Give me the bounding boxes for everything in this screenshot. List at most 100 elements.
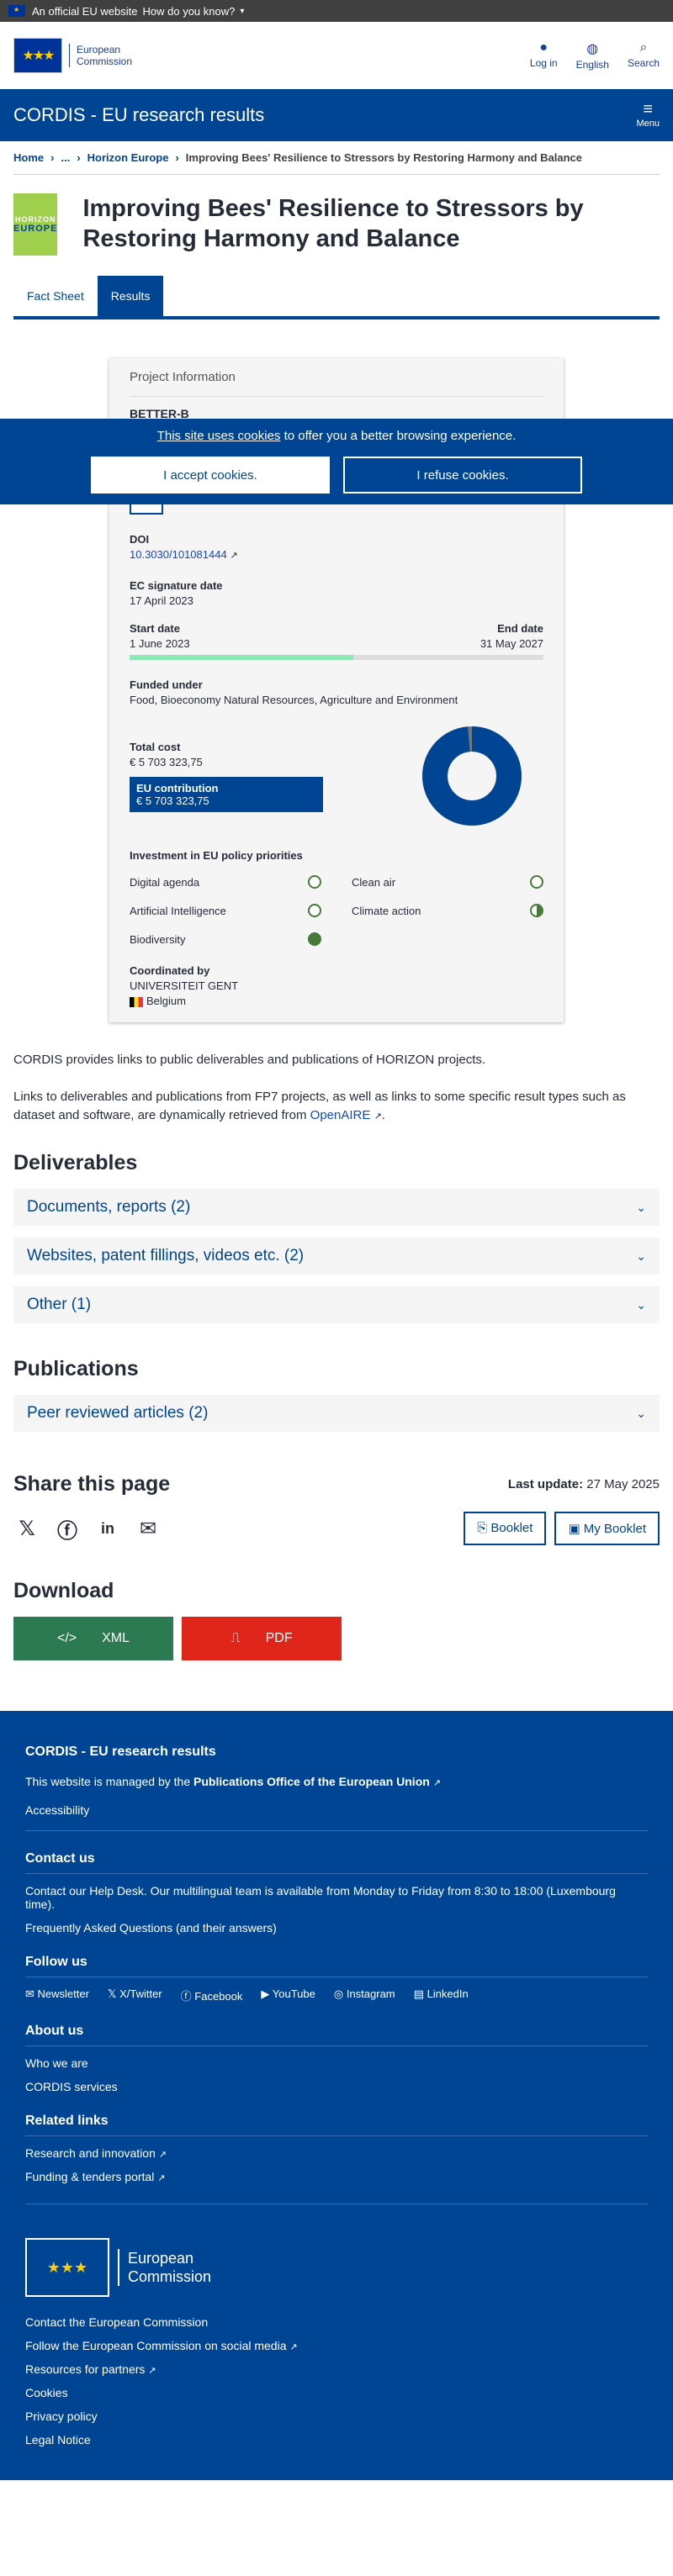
share-heading: Share this page	[13, 1472, 171, 1496]
related-links-heading: Related links	[25, 2114, 109, 2128]
pdf-icon: ⎍	[231, 1631, 241, 1645]
language-button[interactable]: ◍ English	[576, 40, 609, 71]
belgium-flag-icon	[130, 996, 143, 1007]
globe-icon: ◍	[586, 42, 599, 56]
privacy-policy-link[interactable]: Privacy policy	[25, 2410, 648, 2423]
cordis-services-link[interactable]: CORDIS services	[25, 2080, 648, 2093]
chevron-right-icon: ›	[175, 151, 179, 164]
doi-field: DOI 10.3030/101081444 ↗	[130, 533, 238, 561]
priority-clean-air: Clean air	[352, 875, 543, 889]
funded-under-field: Funded under Food, Bioeconomy Natural Re…	[130, 678, 458, 706]
search-button[interactable]: ⌕ Search	[628, 40, 660, 71]
accordion-documents[interactable]: Documents, reports (2) ⌄	[13, 1189, 660, 1226]
external-link-icon: ↗	[158, 2150, 167, 2160]
accordion-websites[interactable]: Websites, patent fillings, videos etc. (…	[13, 1238, 660, 1275]
booklet-icon: ▣	[568, 1522, 580, 1536]
horizon-europe-logo: HORIZON EUROPE	[13, 193, 58, 256]
x-twitter-icon[interactable]: 𝕏	[13, 1515, 40, 1542]
newsletter-link[interactable]: ✉ Newsletter	[25, 1987, 89, 2003]
tab-fact-sheet[interactable]: Fact Sheet	[13, 276, 98, 316]
official-eu-bar: An official EU website How do you know? …	[0, 0, 673, 22]
download-heading: Download	[13, 1579, 114, 1602]
tab-results[interactable]: Results	[97, 276, 164, 316]
deliverables-heading: Deliverables	[13, 1151, 138, 1175]
signature-date-field: EC signature date 17 April 2023	[130, 579, 223, 607]
login-button[interactable]: ● Log in	[530, 40, 558, 71]
cookie-policy-link[interactable]: This site uses cookies	[157, 429, 281, 443]
chevron-right-icon: ›	[50, 151, 55, 164]
publications-office-link[interactable]: Publications Office of the European Unio…	[193, 1775, 430, 1788]
follow-links: ✉ Newsletter 𝕏 X/Twitter ⓕ Facebook ▶ Yo…	[25, 1987, 648, 2003]
official-text: An official EU website	[32, 4, 138, 18]
how-know-link[interactable]: How do you know?	[143, 5, 236, 18]
doi-link[interactable]: 10.3030/101081444	[130, 548, 227, 561]
external-link-icon: ↗	[374, 1111, 382, 1122]
page-title: Improving Bees' Resilience to Stressors …	[82, 195, 584, 252]
openaire-link[interactable]: OpenAIRE	[310, 1108, 371, 1122]
site-footer: CORDIS - EU research results This websit…	[0, 1711, 673, 2480]
youtube-link[interactable]: ▶ YouTube	[261, 1987, 315, 2003]
email-icon[interactable]: ✉	[135, 1515, 162, 1542]
follow-ec-social-link[interactable]: Follow the European Commission on social…	[25, 2339, 286, 2352]
policy-priorities: Investment in EU policy priorities Digit…	[130, 849, 543, 946]
breadcrumb-home[interactable]: Home	[13, 151, 44, 164]
resources-partners-link[interactable]: Resources for partners	[25, 2362, 145, 2376]
user-icon: ●	[539, 40, 548, 55]
follow-heading: Follow us	[25, 1955, 87, 1969]
eu-contribution-box: EU contribution € 5 703 323,75	[130, 776, 323, 812]
search-icon: ⌕	[639, 40, 648, 55]
social-share-icons: 𝕏 ⓕ in ✉	[13, 1515, 162, 1543]
download-pdf-button[interactable]: ⎍ PDF	[182, 1617, 342, 1660]
cookie-banner: This site uses cookies to offer you a be…	[0, 419, 673, 504]
linkedin-icon[interactable]: in	[94, 1515, 121, 1542]
instagram-link[interactable]: ◎ Instagram	[334, 1987, 395, 2003]
priority-climate-action: Climate action	[352, 904, 543, 917]
header-actions: ● Log in ◍ English ⌕ Search	[530, 40, 660, 71]
accordion-other[interactable]: Other (1) ⌄	[13, 1286, 660, 1323]
hamburger-icon: ≡	[643, 100, 654, 119]
ec-logo[interactable]: ★★★ European Commission	[13, 38, 132, 73]
breadcrumb-programme[interactable]: Horizon Europe	[87, 151, 169, 164]
chevron-down-icon[interactable]: ▾	[240, 7, 244, 16]
priority-empty-icon	[530, 875, 543, 889]
project-progress-bar	[130, 655, 543, 660]
who-we-are-link[interactable]: Who we are	[25, 2056, 648, 2070]
accordion-peer-reviewed[interactable]: Peer reviewed articles (2) ⌄	[13, 1395, 660, 1432]
my-booklet-button[interactable]: ▣ My Booklet	[554, 1512, 660, 1545]
newsletter-icon: ✉	[25, 1987, 34, 2000]
project-dates: Start date 1 June 2023 End date 31 May 2…	[130, 622, 543, 650]
chevron-down-icon: ⌄	[636, 1406, 646, 1420]
research-innovation-link[interactable]: Research and innovation	[25, 2146, 156, 2160]
refuse-cookies-button[interactable]: I refuse cookies.	[343, 457, 582, 494]
external-link-icon: ↗	[148, 2366, 156, 2376]
facebook-icon: ⓕ	[180, 1990, 192, 2003]
contact-ec-link[interactable]: Contact the European Commission	[25, 2315, 648, 2329]
progress-fill	[130, 655, 353, 660]
booklet-button[interactable]: ⎘ Booklet	[464, 1512, 547, 1545]
chevron-down-icon: ⌄	[636, 1297, 646, 1312]
faq-link[interactable]: Frequently Asked Questions	[25, 1921, 172, 1935]
eu-flag-icon: ★★★	[25, 2238, 109, 2297]
menu-button[interactable]: ≡ Menu	[636, 100, 660, 129]
priority-full-icon	[308, 932, 321, 946]
linkedin-link[interactable]: ▤ LinkedIn	[414, 1987, 469, 2003]
breadcrumb-ellipsis[interactable]: ...	[61, 151, 70, 164]
priority-empty-icon	[308, 904, 321, 917]
breadcrumb: Home › ... › Horizon Europe › Improving …	[13, 141, 660, 175]
accessibility-link[interactable]: Accessibility	[25, 1803, 648, 1817]
funding-tenders-link[interactable]: Funding & tenders portal	[25, 2170, 154, 2183]
site-name[interactable]: CORDIS - EU research results	[13, 104, 264, 126]
facebook-link[interactable]: ⓕ Facebook	[181, 1987, 243, 2003]
download-xml-button[interactable]: </> XML	[13, 1617, 173, 1660]
legal-notice-link[interactable]: Legal Notice	[25, 2433, 648, 2447]
footer-ec-logo[interactable]: ★★★ European Commission	[25, 2238, 648, 2297]
eu-flag-icon	[8, 5, 25, 17]
cookies-link[interactable]: Cookies	[25, 2386, 648, 2399]
facebook-icon[interactable]: ⓕ	[54, 1515, 81, 1543]
cost-row: Total cost € 5 703 323,75 EU contributio…	[130, 721, 543, 831]
eu-flag-icon: ★★★	[13, 38, 62, 73]
help-desk-link[interactable]: Contact our Help Desk	[25, 1884, 144, 1898]
x-twitter-link[interactable]: 𝕏 X/Twitter	[108, 1987, 162, 2003]
external-link-icon: ↗	[230, 551, 238, 561]
accept-cookies-button[interactable]: I accept cookies.	[91, 457, 330, 494]
